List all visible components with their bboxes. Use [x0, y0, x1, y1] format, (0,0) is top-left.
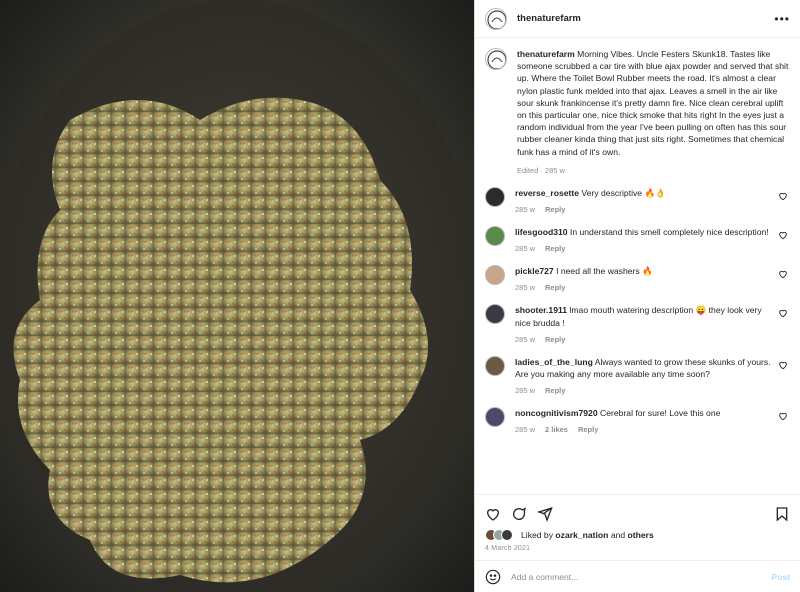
- commenter-avatar[interactable]: [485, 304, 505, 325]
- caption-username[interactable]: thenaturefarm: [517, 49, 575, 59]
- emoji-icon[interactable]: [485, 569, 501, 585]
- comment-meta: 285 w Reply: [515, 283, 772, 292]
- add-comment-bar: Post: [475, 560, 800, 592]
- post-header: thenaturefarm •••: [475, 0, 800, 38]
- commenter-username[interactable]: pickle727: [515, 266, 554, 276]
- author-avatar[interactable]: [485, 7, 507, 30]
- comment-age[interactable]: 285 w: [515, 244, 535, 253]
- comment-item: lifesgood310 In understand this smell co…: [485, 226, 790, 253]
- commenter-username[interactable]: ladies_of_the_lung: [515, 357, 593, 367]
- comment-text: pickle727 I need all the washers 🔥: [515, 265, 772, 277]
- comment-text: shooter.1911 lmao mouth watering descrip…: [515, 304, 772, 328]
- cannabis-bud-photo: [0, 0, 474, 592]
- comment-body: Very descriptive 🔥👌: [581, 187, 666, 198]
- author-username[interactable]: thenaturefarm: [517, 13, 581, 24]
- comment-body: In understand this smell completely nice…: [569, 227, 769, 238]
- comment-heart-icon[interactable]: [778, 191, 790, 203]
- post-modal: thenaturefarm ••• thenaturefarm Morning …: [0, 0, 800, 592]
- caption-author-avatar[interactable]: [485, 48, 507, 70]
- comment-text: lifesgood310 In understand this smell co…: [515, 226, 772, 238]
- commenter-avatar[interactable]: [485, 226, 505, 247]
- comments-scroll-area[interactable]: thenaturefarm Morning Vibes. Uncle Feste…: [475, 38, 800, 494]
- comment-meta: 285 w Reply: [515, 205, 772, 214]
- caption-text: thenaturefarm Morning Vibes. Uncle Feste…: [517, 48, 790, 158]
- reply-button[interactable]: Reply: [545, 386, 565, 395]
- commenter-avatar[interactable]: [485, 407, 505, 428]
- comment-age[interactable]: 285 w: [515, 425, 535, 434]
- liked-by-and: and: [610, 530, 626, 540]
- caption-body: Morning Vibes. Uncle Festers Skunk18. Ta…: [517, 49, 789, 157]
- comment-heart-icon[interactable]: [778, 269, 790, 281]
- comment-meta: 285 w 2 likes Reply: [515, 425, 772, 434]
- comment-heart-icon[interactable]: [778, 411, 790, 423]
- comment-body: I need all the washers 🔥: [556, 266, 653, 277]
- reply-button[interactable]: Reply: [545, 335, 565, 344]
- caption-meta: Edited · 285 w: [517, 165, 565, 175]
- commenter-username[interactable]: lifesgood310: [515, 227, 568, 237]
- commenter-username[interactable]: noncognitivism7920: [515, 408, 598, 418]
- comment-text: ladies_of_the_lung Always wanted to grow…: [515, 356, 772, 380]
- liked-by-others[interactable]: others: [628, 530, 654, 540]
- reply-button[interactable]: Reply: [545, 244, 565, 253]
- comment-meta: 285 w Reply: [515, 386, 772, 395]
- comment-item: noncognitivism7920 Cerebral for sure! Lo…: [485, 407, 790, 434]
- more-horizontal-icon[interactable]: •••: [774, 12, 790, 26]
- comment-item: reverse_rosette Very descriptive 🔥👌 285 …: [485, 186, 790, 214]
- comment-icon[interactable]: [511, 506, 527, 522]
- comment-item: shooter.1911 lmao mouth watering descrip…: [485, 304, 790, 344]
- comment-meta: 285 w Reply: [515, 244, 772, 253]
- comment-item: ladies_of_the_lung Always wanted to grow…: [485, 355, 790, 395]
- post-button[interactable]: Post: [771, 572, 790, 582]
- post-image: [0, 0, 474, 592]
- commenter-avatar[interactable]: [485, 355, 505, 376]
- comment-input[interactable]: [511, 571, 772, 582]
- comment-meta: 285 w Reply: [515, 335, 772, 344]
- commenter-username[interactable]: reverse_rosette: [515, 188, 579, 198]
- commenter-avatar[interactable]: [485, 186, 505, 207]
- reply-button[interactable]: Reply: [545, 283, 565, 292]
- comment-body: Cerebral for sure! Love this one: [600, 408, 721, 419]
- bookmark-icon[interactable]: [774, 506, 790, 522]
- post-actions: Liked by ozark_nation and others 4 March…: [475, 494, 800, 552]
- liker-avatars[interactable]: [485, 529, 513, 541]
- liked-by: Liked by ozark_nation and others: [485, 529, 790, 541]
- commenter-username[interactable]: shooter.1911: [515, 305, 567, 315]
- comments-list: reverse_rosette Very descriptive 🔥👌 285 …: [485, 186, 790, 434]
- comment-age[interactable]: 285 w: [515, 335, 535, 344]
- share-icon[interactable]: [537, 506, 553, 522]
- comment-age[interactable]: 285 w: [515, 386, 535, 395]
- reply-button[interactable]: Reply: [578, 425, 598, 434]
- comment-heart-icon[interactable]: [778, 308, 790, 320]
- comment-age[interactable]: 285 w: [515, 283, 535, 292]
- caption: thenaturefarm Morning Vibes. Uncle Feste…: [485, 48, 790, 175]
- comment-heart-icon[interactable]: [778, 230, 790, 242]
- post-sidebar: thenaturefarm ••• thenaturefarm Morning …: [474, 0, 800, 592]
- commenter-avatar[interactable]: [485, 265, 505, 286]
- comment-text: noncognitivism7920 Cerebral for sure! Lo…: [515, 407, 772, 419]
- comment-item: pickle727 I need all the washers 🔥 285 w…: [485, 265, 790, 292]
- reply-button[interactable]: Reply: [545, 205, 565, 214]
- comment-age[interactable]: 285 w: [515, 205, 535, 214]
- liked-by-prefix: Liked by: [521, 530, 554, 540]
- comment-likes[interactable]: 2 likes: [545, 425, 568, 434]
- liked-by-user[interactable]: ozark_nation: [555, 530, 608, 540]
- comment-text: reverse_rosette Very descriptive 🔥👌: [515, 187, 772, 199]
- heart-icon[interactable]: [485, 506, 501, 522]
- post-date[interactable]: 4 March 2021: [485, 545, 790, 552]
- comment-heart-icon[interactable]: [778, 360, 790, 372]
